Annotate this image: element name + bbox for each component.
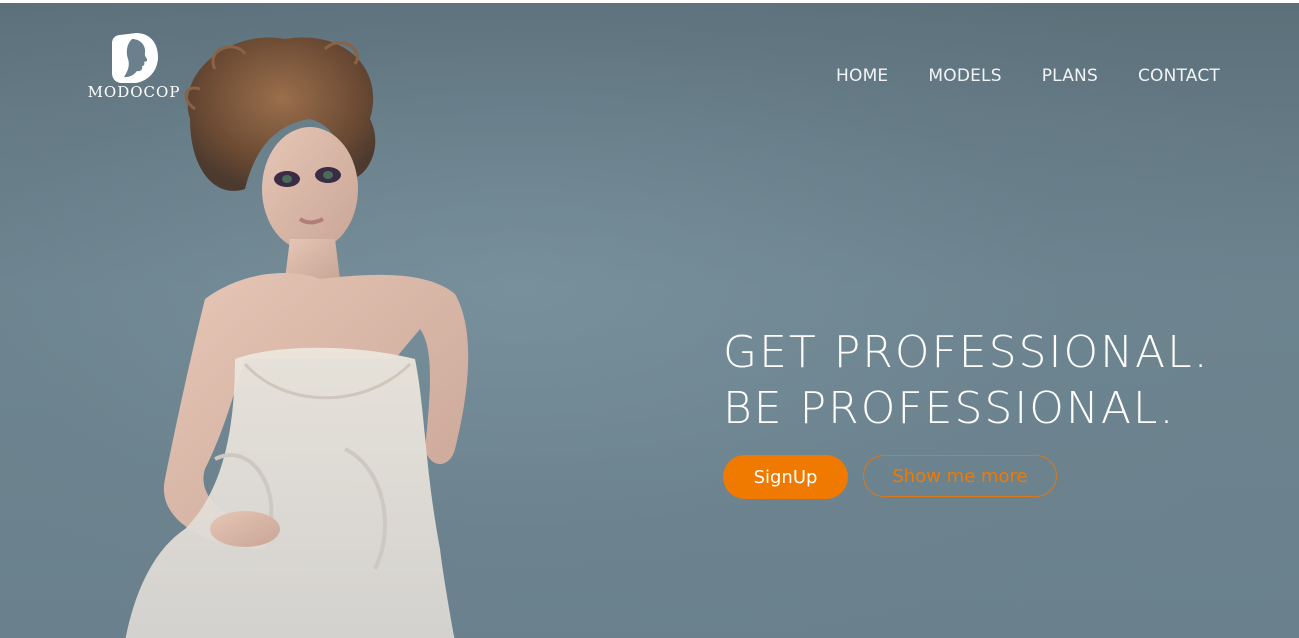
nav-home[interactable]: HOME: [836, 66, 888, 86]
show-more-button[interactable]: Show me more: [863, 455, 1057, 497]
face-profile-icon: [112, 33, 158, 83]
nav-plans[interactable]: PLANS: [1042, 66, 1098, 86]
brand-name: MODOCOP: [87, 83, 181, 101]
hero-section: MODOCOP HOME MODELS PLANS CONTACT GET PR…: [0, 3, 1299, 638]
hero-heading: GET PROFESSIONAL. BE PROFESSIONAL.: [723, 325, 1283, 437]
main-nav: HOME MODELS PLANS CONTACT: [836, 66, 1220, 86]
hero-buttons: SignUp Show me more: [723, 455, 1057, 499]
signup-button[interactable]: SignUp: [723, 455, 848, 499]
brand-logo[interactable]: MODOCOP: [86, 31, 182, 103]
fashion-model-photo: [125, 37, 469, 638]
nav-contact[interactable]: CONTACT: [1138, 66, 1220, 86]
nav-models[interactable]: MODELS: [928, 66, 1001, 86]
hero-line-2: BE PROFESSIONAL.: [723, 383, 1176, 434]
hero-line-1: GET PROFESSIONAL.: [723, 327, 1210, 378]
